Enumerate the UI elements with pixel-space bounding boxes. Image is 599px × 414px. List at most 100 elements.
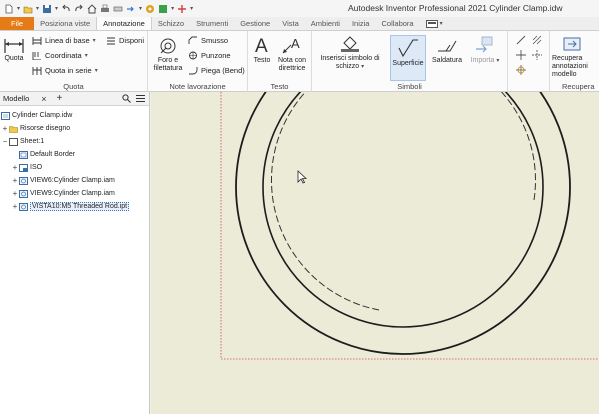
browser-tools bbox=[122, 94, 145, 103]
tab-ambienti[interactable]: Ambienti bbox=[305, 17, 346, 30]
tree-item-risorse[interactable]: + Risorse disegno bbox=[1, 123, 71, 134]
coordinata-label: Coordinata bbox=[45, 51, 82, 60]
recupera-label: Recupera annotazioni modello bbox=[552, 55, 588, 78]
disponi-label: Disponi bbox=[119, 36, 145, 45]
menu-icon[interactable] bbox=[136, 94, 145, 103]
hidden-thread-arc bbox=[271, 92, 536, 311]
chevron-down-icon[interactable]: ▾ bbox=[190, 5, 193, 12]
expand-icon[interactable]: + bbox=[11, 202, 19, 211]
tab-file[interactable]: File bbox=[0, 17, 35, 30]
quota-in-serie-label: Quota in serie bbox=[45, 66, 92, 75]
tab-overflow[interactable]: ▾ bbox=[420, 17, 449, 30]
browser-tab-modello[interactable]: Modello bbox=[3, 94, 29, 103]
welding-icon bbox=[438, 40, 457, 52]
tree-item-vista10[interactable]: + VISTA10:M5 Threaded Rod.ipt bbox=[11, 201, 130, 212]
tree-item-view9[interactable]: + VIEW9:Cylinder Clamp.iam bbox=[11, 188, 115, 199]
undo-icon[interactable] bbox=[61, 4, 71, 14]
recupera-annotazioni-button[interactable]: Recupera annotazioni modello bbox=[552, 35, 599, 79]
chevron-down-icon[interactable]: ▾ bbox=[55, 5, 58, 12]
expand-icon[interactable]: + bbox=[11, 176, 19, 185]
drawing-canvas[interactable] bbox=[151, 92, 599, 414]
tree-item-border[interactable]: Default Border bbox=[19, 149, 75, 160]
measure-icon[interactable] bbox=[113, 4, 123, 14]
inserisci-simbolo-button[interactable]: Inserisci simbolo di schizzo ▾ bbox=[314, 35, 386, 71]
foro-filettatura-button[interactable]: Foro e filettatura bbox=[149, 37, 187, 73]
ribbon-panel: Quota Linea di base ▾ Coordinata ▾ Quota… bbox=[0, 31, 599, 92]
quota-label: Quota bbox=[4, 55, 24, 62]
tree-item-iso[interactable]: + ISO bbox=[11, 162, 42, 173]
appearance-icon[interactable] bbox=[145, 4, 155, 14]
superficie-button[interactable]: Superficie bbox=[390, 35, 426, 81]
tree-item-document[interactable]: Cylinder Clamp.idw bbox=[1, 110, 72, 121]
collapse-icon[interactable]: − bbox=[1, 137, 9, 146]
tab-inizia[interactable]: Inizia bbox=[346, 17, 376, 30]
drawing-view-icon bbox=[19, 176, 28, 185]
retrieve-icon bbox=[563, 37, 581, 51]
expand-icon[interactable]: + bbox=[11, 163, 19, 172]
save-icon[interactable] bbox=[42, 4, 52, 14]
tab-schizzo[interactable]: Schizzo bbox=[152, 17, 190, 30]
outer-circle bbox=[235, 92, 571, 355]
open-icon[interactable] bbox=[23, 4, 33, 14]
tree-item-sheet[interactable]: − Sheet:1 bbox=[1, 136, 44, 147]
importa-label: Importa bbox=[470, 57, 495, 64]
ordinate-icon bbox=[32, 52, 41, 60]
coordinata-button[interactable]: Coordinata ▾ bbox=[32, 51, 88, 60]
chevron-down-icon[interactable]: ▾ bbox=[17, 5, 20, 12]
chevron-down-icon: ▾ bbox=[94, 68, 98, 74]
center-mark-icon[interactable] bbox=[516, 50, 526, 60]
mouse-cursor-icon bbox=[297, 170, 308, 184]
tab-posiziona-viste[interactable]: Posiziona viste bbox=[34, 17, 96, 30]
tab-vista[interactable]: Vista bbox=[276, 17, 305, 30]
new-icon[interactable] bbox=[4, 4, 14, 14]
drawing-view-graphics bbox=[220, 92, 599, 360]
expand-icon[interactable]: + bbox=[1, 124, 9, 133]
arrange-icon bbox=[107, 37, 115, 45]
smusso-button[interactable]: Smusso bbox=[188, 36, 228, 45]
hole-thread-icon bbox=[160, 38, 176, 54]
chevron-down-icon[interactable]: ▾ bbox=[171, 5, 174, 12]
hatch-icon[interactable] bbox=[532, 35, 542, 45]
importa-button[interactable]: Importa ▾ bbox=[468, 35, 502, 65]
browser-tree: Cylinder Clamp.idw + Risorse disegno − S… bbox=[0, 106, 149, 211]
nota-direttrice-button[interactable]: A Nota con direttrice bbox=[274, 35, 310, 73]
search-icon[interactable] bbox=[122, 94, 131, 103]
color-icon[interactable] bbox=[158, 4, 168, 14]
home-icon[interactable] bbox=[87, 3, 97, 14]
tree-item-label: VIEW9:Cylinder Clamp.iam bbox=[30, 190, 115, 197]
center-pattern-icon[interactable] bbox=[516, 65, 526, 75]
sketch-symbol-icon bbox=[341, 36, 359, 52]
close-icon[interactable]: × bbox=[41, 94, 46, 104]
tab-collabora[interactable]: Collabora bbox=[375, 17, 419, 30]
linea-di-base-button[interactable]: Linea di base ▾ bbox=[32, 36, 96, 45]
tab-annotazione[interactable]: Annotazione bbox=[96, 17, 152, 30]
ribbon-tabs: File Posiziona viste Annotazione Schizzo… bbox=[0, 17, 599, 31]
expand-icon[interactable]: + bbox=[11, 189, 19, 198]
chevron-down-icon[interactable]: ▾ bbox=[139, 5, 142, 12]
smusso-label: Smusso bbox=[201, 36, 229, 45]
print-icon[interactable] bbox=[100, 4, 110, 14]
tree-item-view6[interactable]: + VIEW6:Cylinder Clamp.iam bbox=[11, 175, 115, 186]
quota-in-serie-button[interactable]: Quota in serie ▾ bbox=[32, 66, 98, 75]
disponi-button[interactable]: Disponi bbox=[106, 36, 144, 45]
tree-item-label: Cylinder Clamp.idw bbox=[12, 112, 73, 119]
svg-text:A: A bbox=[291, 36, 300, 51]
tree-item-label: Risorse disegno bbox=[20, 125, 71, 132]
testo-button[interactable]: A Testo bbox=[251, 35, 273, 65]
quick-access-toolbar: ▾ ▾ ▾ ▾ ▾ ▾ bbox=[0, 0, 193, 17]
punzone-button[interactable]: Punzone bbox=[188, 51, 231, 60]
tab-gestione[interactable]: Gestione bbox=[234, 17, 276, 30]
piega-button[interactable]: Piega (Bend) bbox=[188, 66, 245, 75]
tree-item-label: VIEW6:Cylinder Clamp.iam bbox=[30, 177, 115, 184]
quota-button[interactable]: Quota bbox=[2, 37, 26, 63]
centerline-icon[interactable] bbox=[532, 50, 542, 60]
plus-icon[interactable] bbox=[177, 4, 187, 14]
group-recupera-label: Recupera bbox=[562, 82, 595, 91]
add-tab-icon[interactable]: + bbox=[57, 93, 63, 104]
leader-line-icon[interactable] bbox=[516, 35, 526, 45]
chevron-down-icon[interactable]: ▾ bbox=[36, 5, 39, 12]
tab-strumenti[interactable]: Strumenti bbox=[190, 17, 234, 30]
saldatura-button[interactable]: Saldatura bbox=[428, 35, 466, 65]
redo-icon[interactable] bbox=[74, 4, 84, 14]
select-icon[interactable] bbox=[126, 4, 136, 14]
